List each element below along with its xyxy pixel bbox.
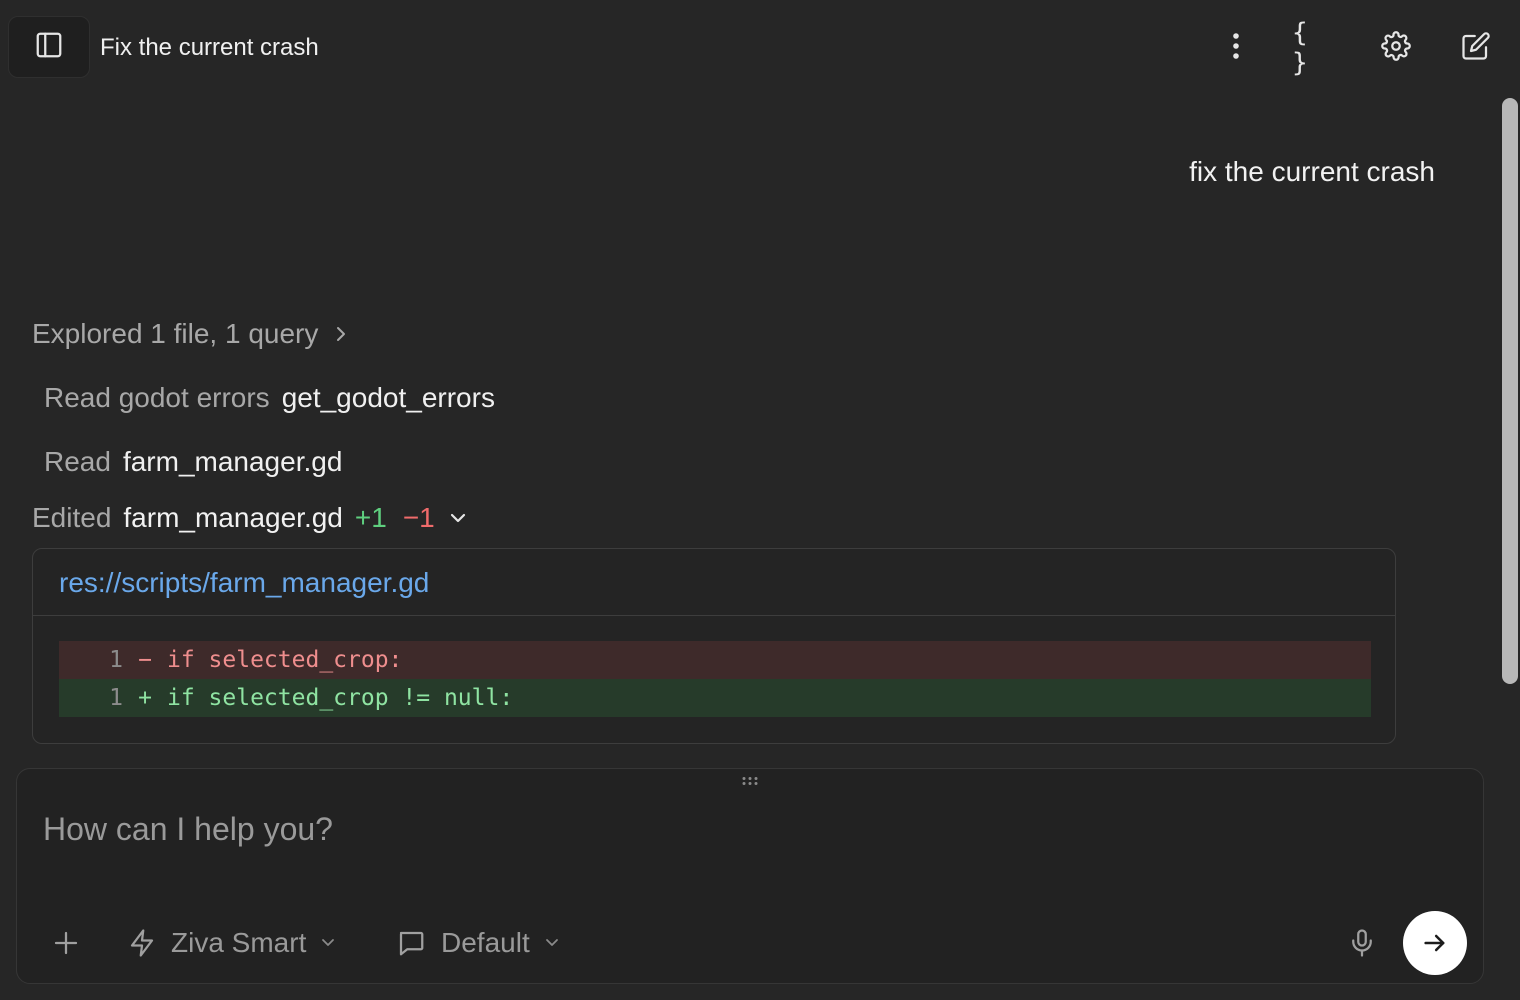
composer: Ziva Smart Default <box>16 768 1484 984</box>
line-number: 1 <box>109 647 123 673</box>
plus-icon <box>51 928 81 958</box>
voice-input-button[interactable] <box>1347 915 1377 971</box>
tool-call-object: farm_manager.gd <box>122 446 343 477</box>
chevron-right-icon <box>334 325 348 343</box>
diff-file-path-link[interactable]: res://scripts/farm_manager.gd <box>59 563 429 603</box>
app-window: Fix the current crash { } fix the curren… <box>0 0 1520 1000</box>
edit-summary-toggle[interactable]: Edited farm_manager.gd +1 −1 <box>32 498 467 538</box>
chevron-down-icon <box>544 937 560 949</box>
user-message: fix the current crash <box>1189 156 1435 187</box>
chevron-down-icon <box>320 937 336 949</box>
gear-icon <box>1381 30 1411 66</box>
mode-selector[interactable]: Default <box>395 915 560 971</box>
attach-button[interactable] <box>51 915 81 971</box>
code-view-button[interactable]: { } <box>1292 18 1340 78</box>
model-selector-label: Ziva Smart <box>171 927 307 958</box>
diff-code: if selected_crop: <box>167 647 403 673</box>
chat-bubble-icon <box>395 928 427 958</box>
message-input[interactable] <box>41 803 1445 855</box>
explored-summary-label: Explored 1 file, 1 query <box>32 318 319 349</box>
edit-verb: Edited <box>32 502 112 533</box>
sidebar-icon <box>34 30 64 65</box>
send-button[interactable] <box>1403 911 1467 975</box>
arrow-right-icon <box>1421 929 1449 957</box>
diff-line-added: 1 + if selected_crop != null: <box>59 679 1371 717</box>
divider <box>33 615 1395 616</box>
sidebar-toggle-button[interactable] <box>8 16 90 78</box>
model-selector[interactable]: Ziva Smart <box>127 915 336 971</box>
more-options-button[interactable] <box>1212 24 1260 72</box>
edit-file-name: farm_manager.gd <box>123 502 343 533</box>
new-chat-button[interactable] <box>1452 24 1500 72</box>
tool-call-verb: Read godot errors <box>44 382 270 413</box>
mode-selector-label: Default <box>441 927 530 958</box>
diff-sign: − <box>138 647 152 673</box>
microphone-icon <box>1347 928 1377 958</box>
more-vertical-icon <box>1232 32 1240 65</box>
deletions-count: −1 <box>402 502 435 533</box>
explored-summary-toggle[interactable]: Explored 1 file, 1 query <box>32 314 348 354</box>
braces-icon: { } <box>1292 18 1310 78</box>
header: Fix the current crash { } <box>0 0 1520 96</box>
chevron-down-icon <box>449 511 467 525</box>
settings-button[interactable] <box>1372 24 1420 72</box>
tool-call-item: Read farm_manager.gd <box>44 442 342 482</box>
diff-sign: + <box>138 685 152 711</box>
page-title: Fix the current crash <box>100 34 319 61</box>
tool-call-verb: Read <box>44 446 111 477</box>
tool-call-item: Read godot errors get_godot_errors <box>44 378 495 418</box>
diff-code: if selected_crop != null: <box>167 685 514 711</box>
edit-icon <box>1461 31 1491 66</box>
additions-count: +1 <box>354 502 387 533</box>
tool-call-object: get_godot_errors <box>281 382 495 413</box>
drag-handle-icon[interactable] <box>741 773 759 785</box>
diff-card: res://scripts/farm_manager.gd 1 − if sel… <box>32 548 1396 744</box>
line-number: 1 <box>109 685 123 711</box>
scrollbar-thumb[interactable] <box>1502 98 1518 684</box>
diff-line-removed: 1 − if selected_crop: <box>59 641 1371 679</box>
lightning-icon <box>127 928 157 958</box>
